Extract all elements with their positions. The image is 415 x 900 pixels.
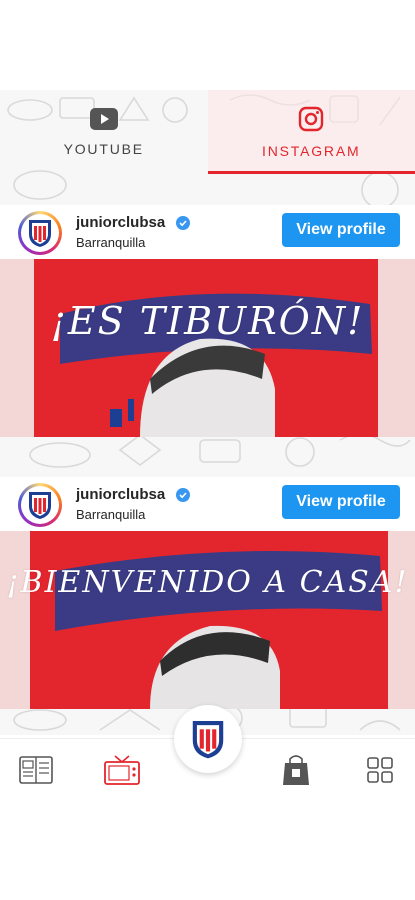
view-profile-button[interactable]: View profile	[282, 213, 400, 247]
post-image-caption: ¡BIENVENIDO A CASA!	[6, 565, 409, 600]
verified-badge-icon	[176, 216, 190, 230]
tab-instagram[interactable]: INSTAGRAM	[207, 90, 415, 174]
social-tabs: YOUTUBE INSTAGRAM	[0, 90, 415, 174]
instagram-post: juniorclubsa Barranquilla View profile ¡…	[0, 477, 415, 709]
post-header: juniorclubsa Barranquilla View profile	[0, 477, 415, 531]
home-crest-button[interactable]	[174, 705, 242, 773]
post-image[interactable]: ¡BIENVENIDO A CASA!	[0, 531, 415, 709]
shopping-bag-icon	[283, 755, 309, 785]
post-image-caption: ¡ES TIBURÓN!	[50, 299, 365, 343]
verified-badge-icon	[176, 488, 190, 502]
post-location: Barranquilla	[76, 507, 146, 522]
view-profile-button[interactable]: View profile	[282, 485, 400, 519]
nav-store[interactable]	[276, 753, 316, 787]
club-crest-icon	[29, 492, 51, 519]
instagram-icon	[298, 106, 324, 137]
tv-icon	[104, 755, 140, 785]
avatar[interactable]	[18, 483, 62, 527]
grid-menu-icon	[367, 757, 393, 783]
tab-youtube-label: YOUTUBE	[63, 140, 144, 157]
instagram-post: juniorclubsa Barranquilla View profile ¡…	[0, 205, 415, 437]
tab-instagram-label: INSTAGRAM	[262, 142, 361, 159]
avatar[interactable]	[18, 211, 62, 255]
nav-tv[interactable]	[102, 753, 142, 787]
nav-more[interactable]	[360, 753, 400, 787]
tab-youtube[interactable]: YOUTUBE	[0, 90, 208, 174]
news-icon	[19, 756, 53, 784]
post-username[interactable]: juniorclubsa	[76, 214, 165, 231]
post-image[interactable]: ¡ES TIBURÓN!	[0, 259, 415, 437]
club-crest-icon	[29, 220, 51, 247]
post-username[interactable]: juniorclubsa	[76, 486, 165, 503]
nav-news[interactable]	[16, 753, 56, 787]
app-root: YOUTUBE INSTAGRAM juniorclubsa Barranqui…	[0, 0, 415, 900]
youtube-icon	[89, 107, 118, 135]
post-header: juniorclubsa Barranquilla View profile	[0, 205, 415, 259]
post-location: Barranquilla	[76, 235, 146, 250]
club-crest-icon	[192, 721, 224, 759]
